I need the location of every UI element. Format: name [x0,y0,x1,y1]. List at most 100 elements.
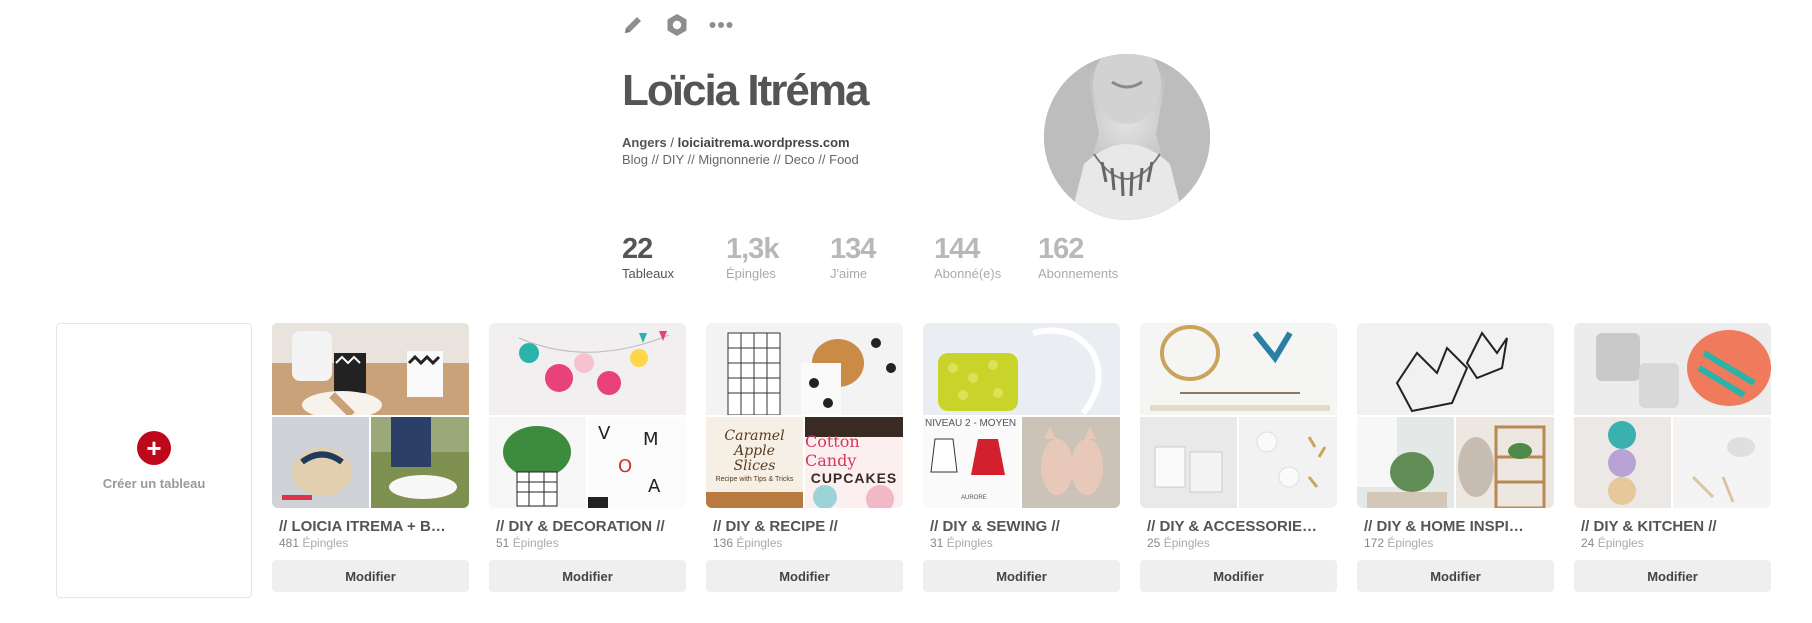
stat-following[interactable]: 162 Abonnements [1038,234,1142,281]
cover-image-main [272,323,469,415]
plus-icon: + [137,431,171,465]
board-card: // LOICIA ITREMA + B… 481 Épingles Modif… [272,323,469,592]
board-title[interactable]: // DIY & ACCESSORIE… [1140,518,1325,535]
cover-image-tertiary [371,417,469,508]
board-cover[interactable]: NIVEAU 2 - MOYEN AURORE [923,323,1120,508]
pin-count-number: 136 [713,536,734,550]
pin-count-label: Épingles [509,536,559,550]
cover-image-secondary [489,417,586,508]
pin-count-number: 481 [279,536,300,550]
cover-image-tertiary [1239,417,1337,508]
cover-text: Cotton Candy [805,431,860,470]
cover-image-tertiary [1673,417,1771,508]
stat-label: Tableaux [622,266,675,281]
board-pin-count: 25 Épingles [1140,536,1337,550]
profile-name: Loïcia Itréma [622,66,869,115]
avatar [1044,54,1210,220]
board-cover[interactable] [1357,323,1554,508]
pin-count-label: Épingles [733,536,783,550]
cover-image-secondary [1140,417,1237,508]
board-card: NIVEAU 2 - MOYEN AURORE // DIY & SEWING … [923,323,1120,592]
profile-city: Angers [622,135,667,150]
board-cover[interactable] [272,323,469,508]
board-title[interactable]: // LOICIA ITREMA + B… [272,518,457,535]
edit-board-button[interactable]: Modifier [706,560,903,592]
stat-value: 134 [830,233,876,265]
cover-image-secondary [272,417,369,508]
board-pin-count: 172 Épingles [1357,536,1554,550]
cover-text: Recipe with Tips & Tricks [715,475,794,483]
board-cover[interactable] [1574,323,1771,508]
stat-label: J'aime [830,266,868,281]
board-title[interactable]: // DIY & KITCHEN // [1574,518,1759,535]
board-card: // DIY & HOME INSPI… 172 Épingles Modifi… [1357,323,1554,592]
profile-toolbar [620,12,734,38]
edit-board-button[interactable]: Modifier [1574,560,1771,592]
create-board-card[interactable]: + Créer un tableau [56,323,252,598]
cover-image-secondary [1357,417,1454,508]
stat-value: 22 [622,233,653,265]
cover-text: NIVEAU 2 - MOYEN [925,418,1017,429]
pin-count-number: 31 [930,536,944,550]
hexagon-gear-icon[interactable] [664,12,690,38]
edit-board-button[interactable]: Modifier [923,560,1120,592]
board-card: Caramel Apple Slices Recipe with Tips & … [706,323,903,592]
pin-count-label: Épingles [1594,536,1644,550]
cover-image-tertiary [1022,417,1120,508]
pin-count-number: 25 [1147,536,1161,550]
stat-boards[interactable]: 22 Tableaux [622,234,726,281]
board-cover[interactable]: V MOA [489,323,686,508]
board-card: // DIY & KITCHEN // 24 Épingles Modifier [1574,323,1771,592]
stat-value: 144 [934,233,980,265]
cover-text: AURORE [961,495,987,501]
board-pin-count: 24 Épingles [1574,536,1771,550]
board-pin-count: 481 Épingles [272,536,469,550]
board-card: VMOA // DIY & DECORATION // 51 Épingles … [489,323,686,592]
cover-image-tertiary [1456,417,1554,508]
pin-count-number: 51 [496,536,510,550]
profile-stats: 22 Tableaux 1,3k Épingles 134 J'aime 144… [622,234,1142,281]
pin-count-label: Épingles [943,536,993,550]
svg-text:A: A [648,476,661,497]
cover-image-main [1574,323,1771,415]
cover-image-secondary [1574,417,1671,508]
board-card: // DIY & ACCESSORIE… 25 Épingles Modifie… [1140,323,1337,592]
location-separator: / [666,135,678,150]
pin-count-label: Épingles [1160,536,1210,550]
profile-bio: Blog // DIY // Mignonnerie // Deco // Fo… [622,152,859,167]
cover-text: CUPCAKES [810,469,898,486]
board-pin-count: 136 Épingles [706,536,903,550]
pin-count-number: 172 [1364,536,1385,550]
profile-website-link[interactable]: loiciaitrema.wordpress.com [678,135,850,150]
cover-image-main [923,323,1120,415]
pin-count-label: Épingles [299,536,349,550]
board-cover[interactable]: Caramel Apple Slices Recipe with Tips & … [706,323,903,508]
more-dots-icon[interactable] [708,12,734,38]
board-title[interactable]: // DIY & HOME INSPI… [1357,518,1542,535]
stat-label: Abonné(e)s [934,266,1002,281]
cover-image-main [706,323,903,415]
pin-count-label: Épingles [1384,536,1434,550]
stat-value: 1,3k [726,233,779,265]
pencil-icon[interactable] [620,12,646,38]
svg-text:M: M [643,429,659,450]
cover-text: Caramel Apple Slices [724,427,785,474]
board-title[interactable]: // DIY & DECORATION // [489,518,674,535]
stat-likes[interactable]: 134 J'aime [830,234,934,281]
cover-image-main [1357,323,1554,415]
stat-followers[interactable]: 144 Abonné(e)s [934,234,1038,281]
board-cover[interactable] [1140,323,1337,508]
edit-board-button[interactable]: Modifier [1357,560,1554,592]
board-title[interactable]: // DIY & RECIPE // [706,518,891,535]
profile-location: Angers / loiciaitrema.wordpress.com [622,135,850,150]
stat-label: Abonnements [1038,266,1119,281]
board-title[interactable]: // DIY & SEWING // [923,518,1108,535]
board-pin-count: 31 Épingles [923,536,1120,550]
stat-pins[interactable]: 1,3k Épingles [726,234,830,281]
edit-board-button[interactable]: Modifier [489,560,686,592]
cover-image-main [1140,323,1337,415]
edit-board-button[interactable]: Modifier [1140,560,1337,592]
edit-board-button[interactable]: Modifier [272,560,469,592]
cover-image-main [489,323,686,415]
stat-value: 162 [1038,233,1084,265]
